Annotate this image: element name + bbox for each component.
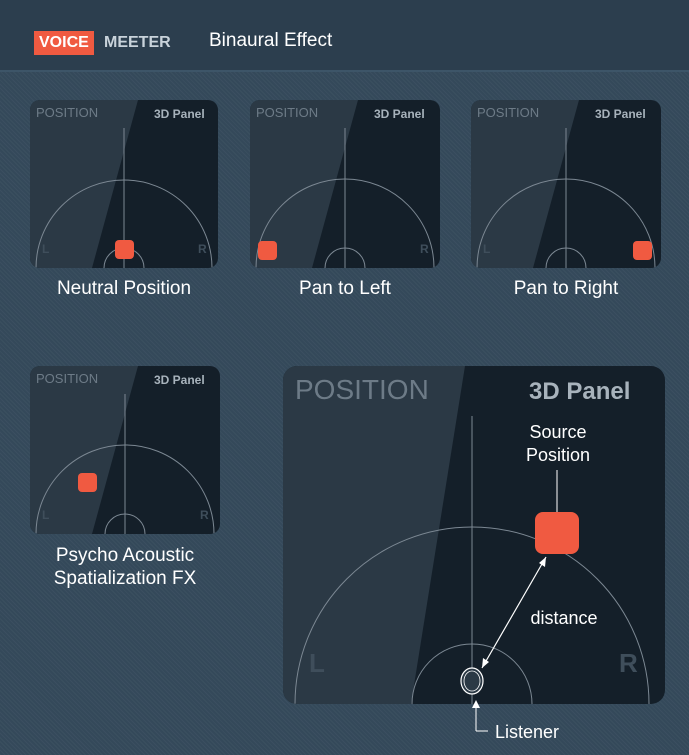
position-label: POSITION: [36, 371, 99, 386]
3d-panel-label: 3D Panel: [595, 107, 646, 121]
right-label: R: [198, 242, 207, 256]
position-label: POSITION: [477, 105, 540, 120]
source-position-marker[interactable]: [78, 473, 97, 492]
position-label: POSITION: [295, 374, 429, 405]
source-label-line-2: Position: [525, 445, 591, 465]
3d-panel-label: 3D Panel: [529, 378, 631, 405]
caption-line-1: Psycho Acoustic: [55, 545, 195, 566]
caption-pan-to-right: Pan to Right: [513, 278, 619, 299]
source-position-marker[interactable]: [115, 240, 134, 259]
position-panel-pan-right[interactable]: POSITION 3D Panel L R: [471, 100, 661, 268]
source-position-label: Source Position: [498, 421, 618, 467]
position-panel-neutral[interactable]: POSITION 3D Panel L R: [30, 100, 218, 268]
listener-label: Listener: [495, 722, 560, 742]
right-label: R: [619, 648, 638, 678]
caption-line-2: Spatialization FX: [53, 568, 197, 589]
panel-arcs: [294, 416, 650, 704]
left-label: L: [42, 242, 50, 256]
position-panel-pan-left[interactable]: POSITION 3D Panel L R: [250, 100, 440, 268]
page-title: Binaural Effect: [209, 30, 333, 51]
position-panel-large[interactable]: POSITION 3D Panel L R: [283, 366, 665, 704]
source-position-marker[interactable]: [633, 241, 652, 260]
title-bar: VOICE MEETER Binaural Effect: [0, 0, 689, 72]
caption-pan-to-left: Pan to Left: [299, 278, 391, 299]
left-label: L: [309, 648, 325, 678]
left-label: L: [483, 242, 491, 256]
logo-meeter: MEETER: [104, 34, 171, 51]
distance-label: distance: [530, 608, 598, 628]
source-label-line-1: Source: [529, 422, 587, 442]
position-label: POSITION: [256, 105, 319, 120]
panel-arcs: [255, 128, 435, 268]
position-label: POSITION: [36, 105, 99, 120]
position-panel-psycho-acoustic[interactable]: POSITION 3D Panel L R: [30, 366, 220, 534]
right-label: R: [200, 508, 209, 522]
source-position-marker[interactable]: [258, 241, 277, 260]
right-label: R: [420, 242, 429, 256]
3d-panel-label: 3D Panel: [374, 107, 425, 121]
panel-arcs: [35, 394, 215, 534]
caption-psycho-acoustic: Psycho Acoustic Spatialization FX: [30, 544, 220, 590]
3d-panel-label: 3D Panel: [154, 107, 205, 121]
logo-voice: VOICE: [34, 31, 94, 55]
caption-neutral-position: Neutral Position: [56, 278, 192, 299]
left-label: L: [42, 508, 50, 522]
3d-panel-label: 3D Panel: [154, 373, 205, 387]
